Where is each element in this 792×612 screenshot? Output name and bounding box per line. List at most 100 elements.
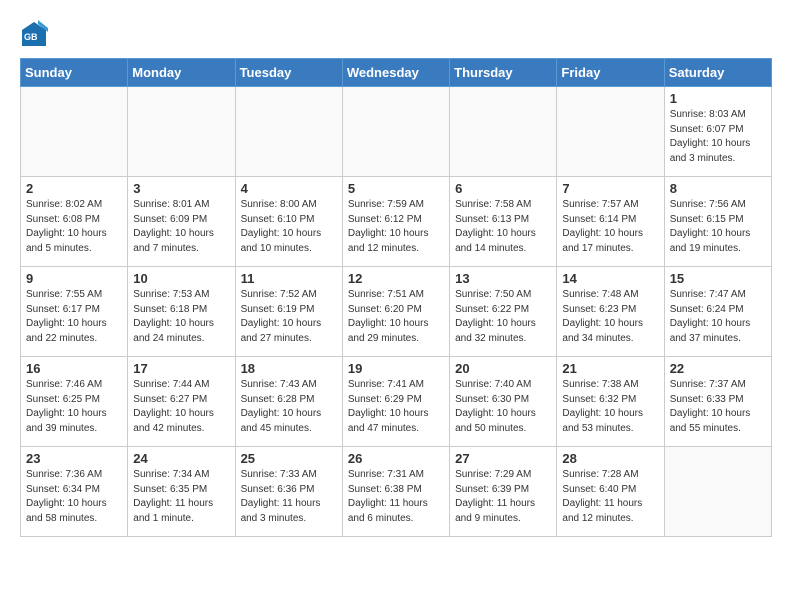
day-number: 4 — [241, 181, 337, 196]
calendar-day-cell — [128, 87, 235, 177]
day-info: Sunrise: 7:53 AM Sunset: 6:18 PM Dayligh… — [133, 288, 229, 346]
calendar-week-row: 2Sunrise: 8:02 AM Sunset: 6:08 PM Daylig… — [21, 177, 772, 267]
day-number: 2 — [26, 181, 122, 196]
calendar-day-cell: 4Sunrise: 8:00 AM Sunset: 6:10 PM Daylig… — [235, 177, 342, 267]
calendar-day-cell: 26 Sunrise: 7:31 AM Sunset: 6:38 PM Dayli… — [342, 447, 449, 537]
day-number: 25 — [241, 451, 337, 466]
calendar-week-row: 9 Sunrise: 7:55 AM Sunset: 6:17 PM Daylig… — [21, 267, 772, 357]
day-info: Sunrise: 7:43 AM Sunset: 6:28 PM Dayligh… — [241, 378, 337, 436]
day-info: Sunrise: 7:38 AM Sunset: 6:32 PM Dayligh… — [562, 378, 658, 436]
weekday-header-monday: Monday — [128, 59, 235, 87]
day-info: Sunrise: 7:59 AM Sunset: 6:12 PM Dayligh… — [348, 198, 444, 256]
day-info: Sunrise: 7:40 AM Sunset: 6:30 PM Dayligh… — [455, 378, 551, 436]
weekday-header-saturday: Saturday — [664, 59, 771, 87]
calendar-week-row: 16 Sunrise: 7:46 AM Sunset: 6:25 PM Dayli… — [21, 357, 772, 447]
calendar-week-row: 1 Sunrise: 8:03 AM Sunset: 6:07 PM Daylig… — [21, 87, 772, 177]
calendar-day-cell: 11 Sunrise: 7:52 AM Sunset: 6:19 PM Dayli… — [235, 267, 342, 357]
weekday-header-sunday: Sunday — [21, 59, 128, 87]
day-info: Sunrise: 7:50 AM Sunset: 6:22 PM Dayligh… — [455, 288, 551, 346]
day-number: 17 — [133, 361, 229, 376]
day-info: Sunrise: 8:01 AM Sunset: 6:09 PM Dayligh… — [133, 198, 229, 256]
calendar-day-cell: 8 Sunrise: 7:56 AM Sunset: 6:15 PM Daylig… — [664, 177, 771, 267]
calendar-day-cell — [235, 87, 342, 177]
calendar-day-cell: 7 Sunrise: 7:57 AM Sunset: 6:14 PM Daylig… — [557, 177, 664, 267]
day-number: 8 — [670, 181, 766, 196]
calendar-day-cell: 23 Sunrise: 7:36 AM Sunset: 6:34 PM Dayli… — [21, 447, 128, 537]
day-number: 5 — [348, 181, 444, 196]
day-number: 15 — [670, 271, 766, 286]
day-number: 11 — [241, 271, 337, 286]
calendar-day-cell: 28 Sunrise: 7:28 AM Sunset: 6:40 PM Dayli… — [557, 447, 664, 537]
calendar-day-cell: 20 Sunrise: 7:40 AM Sunset: 6:30 PM Dayli… — [450, 357, 557, 447]
calendar-day-cell: 14Sunrise: 7:48 AM Sunset: 6:23 PM Dayli… — [557, 267, 664, 357]
weekday-header-tuesday: Tuesday — [235, 59, 342, 87]
calendar-day-cell: 10Sunrise: 7:53 AM Sunset: 6:18 PM Dayli… — [128, 267, 235, 357]
calendar-day-cell: 18 Sunrise: 7:43 AM Sunset: 6:28 PM Dayli… — [235, 357, 342, 447]
day-number: 20 — [455, 361, 551, 376]
day-info: Sunrise: 7:41 AM Sunset: 6:29 PM Dayligh… — [348, 378, 444, 436]
day-number: 22 — [670, 361, 766, 376]
calendar-day-cell: 13 Sunrise: 7:50 AM Sunset: 6:22 PM Dayli… — [450, 267, 557, 357]
day-number: 13 — [455, 271, 551, 286]
day-info: Sunrise: 7:44 AM Sunset: 6:27 PM Dayligh… — [133, 378, 229, 436]
day-info: Sunrise: 7:29 AM Sunset: 6:39 PM Dayligh… — [455, 468, 551, 526]
calendar-day-cell — [342, 87, 449, 177]
day-number: 18 — [241, 361, 337, 376]
weekday-header-friday: Friday — [557, 59, 664, 87]
calendar-day-cell: 25 Sunrise: 7:33 AM Sunset: 6:36 PM Dayli… — [235, 447, 342, 537]
calendar-day-cell: 1 Sunrise: 8:03 AM Sunset: 6:07 PM Daylig… — [664, 87, 771, 177]
calendar-day-cell — [21, 87, 128, 177]
calendar-day-cell — [664, 447, 771, 537]
calendar-day-cell: 12 Sunrise: 7:51 AM Sunset: 6:20 PM Dayli… — [342, 267, 449, 357]
calendar-header-row: SundayMondayTuesdayWednesdayThursdayFrid… — [21, 59, 772, 87]
weekday-header-thursday: Thursday — [450, 59, 557, 87]
day-info: Sunrise: 7:48 AM Sunset: 6:23 PM Dayligh… — [562, 288, 658, 346]
day-number: 23 — [26, 451, 122, 466]
calendar-day-cell: 24 Sunrise: 7:34 AM Sunset: 6:35 PM Dayli… — [128, 447, 235, 537]
calendar-day-cell: 3 Sunrise: 8:01 AM Sunset: 6:09 PM Daylig… — [128, 177, 235, 267]
generalblue-logo-icon: GB — [20, 20, 48, 48]
day-number: 16 — [26, 361, 122, 376]
day-info: Sunrise: 7:51 AM Sunset: 6:20 PM Dayligh… — [348, 288, 444, 346]
day-number: 19 — [348, 361, 444, 376]
day-number: 21 — [562, 361, 658, 376]
calendar-day-cell: 22 Sunrise: 7:37 AM Sunset: 6:33 PM Dayli… — [664, 357, 771, 447]
calendar-day-cell: 5 Sunrise: 7:59 AM Sunset: 6:12 PM Daylig… — [342, 177, 449, 267]
day-info: Sunrise: 7:56 AM Sunset: 6:15 PM Dayligh… — [670, 198, 766, 256]
day-info: Sunrise: 7:33 AM Sunset: 6:36 PM Dayligh… — [241, 468, 337, 526]
day-number: 12 — [348, 271, 444, 286]
day-info: Sunrise: 7:46 AM Sunset: 6:25 PM Dayligh… — [26, 378, 122, 436]
calendar-day-cell: 21 Sunrise: 7:38 AM Sunset: 6:32 PM Dayli… — [557, 357, 664, 447]
calendar-day-cell — [450, 87, 557, 177]
calendar-day-cell — [557, 87, 664, 177]
calendar-day-cell: 9 Sunrise: 7:55 AM Sunset: 6:17 PM Daylig… — [21, 267, 128, 357]
svg-text:GB: GB — [24, 32, 38, 42]
day-number: 28 — [562, 451, 658, 466]
day-info: Sunrise: 7:36 AM Sunset: 6:34 PM Dayligh… — [26, 468, 122, 526]
calendar-table: SundayMondayTuesdayWednesdayThursdayFrid… — [20, 58, 772, 537]
calendar-day-cell: 17 Sunrise: 7:44 AM Sunset: 6:27 PM Dayli… — [128, 357, 235, 447]
day-info: Sunrise: 7:31 AM Sunset: 6:38 PM Dayligh… — [348, 468, 444, 526]
calendar-day-cell: 16 Sunrise: 7:46 AM Sunset: 6:25 PM Dayli… — [21, 357, 128, 447]
header: GB — [20, 20, 772, 48]
day-info: Sunrise: 7:58 AM Sunset: 6:13 PM Dayligh… — [455, 198, 551, 256]
day-number: 24 — [133, 451, 229, 466]
calendar-day-cell: 6Sunrise: 7:58 AM Sunset: 6:13 PM Daylig… — [450, 177, 557, 267]
day-info: Sunrise: 7:55 AM Sunset: 6:17 PM Dayligh… — [26, 288, 122, 346]
day-info: Sunrise: 7:37 AM Sunset: 6:33 PM Dayligh… — [670, 378, 766, 436]
calendar-day-cell: 27 Sunrise: 7:29 AM Sunset: 6:39 PM Dayli… — [450, 447, 557, 537]
day-info: Sunrise: 7:34 AM Sunset: 6:35 PM Dayligh… — [133, 468, 229, 526]
day-info: Sunrise: 7:57 AM Sunset: 6:14 PM Dayligh… — [562, 198, 658, 256]
day-number: 3 — [133, 181, 229, 196]
day-info: Sunrise: 7:28 AM Sunset: 6:40 PM Dayligh… — [562, 468, 658, 526]
weekday-header-wednesday: Wednesday — [342, 59, 449, 87]
day-info: Sunrise: 8:03 AM Sunset: 6:07 PM Dayligh… — [670, 108, 766, 166]
day-number: 1 — [670, 91, 766, 106]
calendar-day-cell: 2Sunrise: 8:02 AM Sunset: 6:08 PM Daylig… — [21, 177, 128, 267]
calendar-week-row: 23 Sunrise: 7:36 AM Sunset: 6:34 PM Dayli… — [21, 447, 772, 537]
day-number: 7 — [562, 181, 658, 196]
day-number: 27 — [455, 451, 551, 466]
day-number: 26 — [348, 451, 444, 466]
day-number: 9 — [26, 271, 122, 286]
day-info: Sunrise: 7:52 AM Sunset: 6:19 PM Dayligh… — [241, 288, 337, 346]
